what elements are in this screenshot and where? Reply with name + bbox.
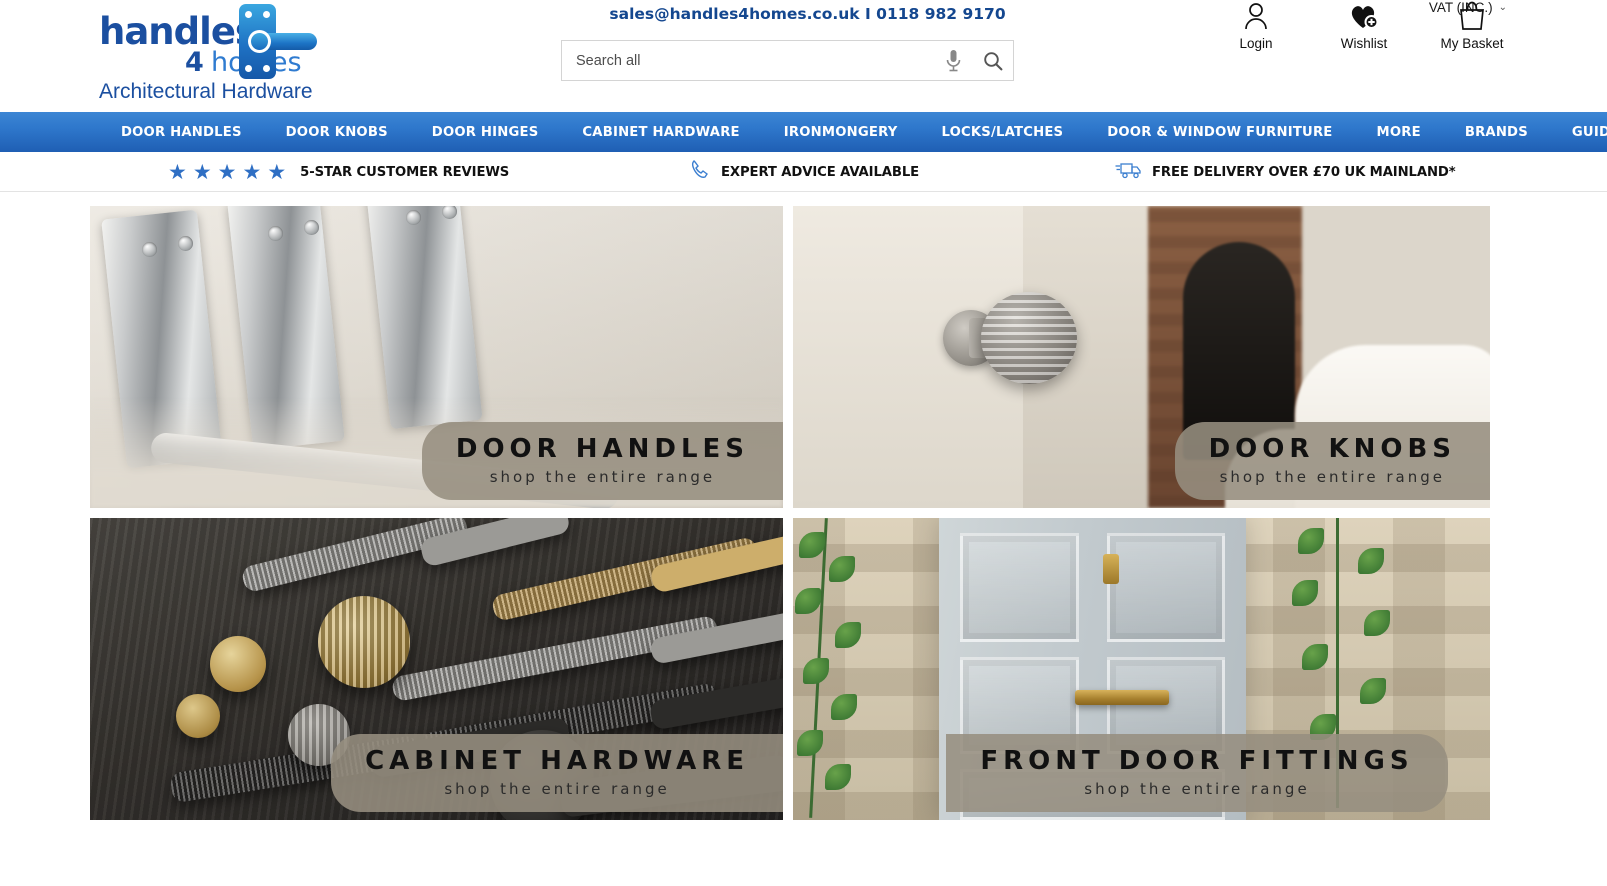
tile-title: FRONT DOOR FITTINGS xyxy=(980,746,1414,776)
category-tile-door-knobs[interactable]: DOOR KNOBS shop the entire range xyxy=(793,206,1490,508)
usp-expert-advice-label: EXPERT ADVICE AVAILABLE xyxy=(721,164,920,180)
nav-item-brands[interactable]: BRANDS xyxy=(1443,125,1550,140)
person-icon xyxy=(1243,0,1269,30)
category-tile-cabinet-hardware[interactable]: CABINET HARDWARE shop the entire range xyxy=(90,518,783,820)
site-header: handles 4 homes Architectural Hardware s… xyxy=(0,0,1607,112)
microphone-icon[interactable] xyxy=(933,41,973,80)
star-rating-icon: ★ ★ ★ ★ ★ xyxy=(168,160,287,184)
search-input[interactable] xyxy=(562,52,933,69)
ivy-plant xyxy=(795,518,915,820)
logo-text-four: 4 xyxy=(185,47,204,78)
nav-item-door-window-furniture[interactable]: DOOR & WINDOW FURNITURE xyxy=(1085,125,1354,140)
tile-badge-door-handles[interactable]: DOOR HANDLES shop the entire range xyxy=(421,422,783,500)
usp-reviews: ★ ★ ★ ★ ★ 5-STAR CUSTOMER REVIEWS xyxy=(168,152,509,192)
logo-tagline: Architectural Hardware xyxy=(99,80,313,103)
usp-bar: ★ ★ ★ ★ ★ 5-STAR CUSTOMER REVIEWS EXPERT ADV… xyxy=(0,152,1607,192)
nav-item-locks-latches[interactable]: LOCKS/LATCHES xyxy=(919,125,1085,140)
tile-badge-door-knobs[interactable]: DOOR KNOBS shop the entire range xyxy=(1174,422,1490,500)
search-submit-button[interactable] xyxy=(973,41,1013,80)
nav-item-more[interactable]: MORE xyxy=(1355,125,1443,140)
heart-plus-icon xyxy=(1349,0,1379,30)
tile-badge-front-door-fittings[interactable]: FRONT DOOR FITTINGS shop the entire rang… xyxy=(946,734,1448,812)
category-tile-front-door-fittings[interactable]: FRONT DOOR FITTINGS shop the entire rang… xyxy=(793,518,1490,820)
usp-free-delivery-label: FREE DELIVERY OVER £70 UK MAINLAND* xyxy=(1152,164,1456,180)
login-button[interactable]: Login xyxy=(1219,0,1293,51)
tile-subtitle: shop the entire range xyxy=(489,468,716,486)
shopping-bag-icon xyxy=(1458,0,1486,30)
nav-item-cabinet-hardware[interactable]: CABINET HARDWARE xyxy=(560,125,761,140)
login-label: Login xyxy=(1239,36,1273,51)
category-tile-door-handles[interactable]: DOOR HANDLES shop the entire range xyxy=(90,206,783,508)
usp-free-delivery: FREE DELIVERY OVER £70 UK MAINLAND* xyxy=(1115,152,1456,192)
usp-reviews-label: 5-STAR CUSTOMER REVIEWS xyxy=(300,164,510,180)
nav-item-guides[interactable]: GUIDES xyxy=(1550,125,1607,140)
nav-item-door-knobs[interactable]: DOOR KNOBS xyxy=(264,125,410,140)
phone-icon xyxy=(690,159,711,185)
account-actions: Login Wishlist My Basket xyxy=(1219,0,1509,51)
usp-expert-advice: EXPERT ADVICE AVAILABLE xyxy=(690,152,919,192)
tile-title: DOOR KNOBS xyxy=(1208,434,1456,464)
main-navigation: DOOR HANDLES DOOR KNOBS DOOR HINGES CABI… xyxy=(0,112,1607,152)
nav-item-door-hinges[interactable]: DOOR HINGES xyxy=(410,125,561,140)
tile-badge-cabinet-hardware[interactable]: CABINET HARDWARE shop the entire range xyxy=(331,734,783,812)
tile-title: DOOR HANDLES xyxy=(455,434,749,464)
nav-item-door-handles[interactable]: DOOR HANDLES xyxy=(99,125,264,140)
tile-subtitle: shop the entire range xyxy=(444,780,670,798)
tile-subtitle: shop the entire range xyxy=(1219,468,1445,486)
tile-subtitle: shop the entire range xyxy=(1084,780,1310,798)
delivery-truck-icon xyxy=(1115,160,1142,185)
contact-email-phone[interactable]: sales@handles4homes.co.uk I 0118 982 917… xyxy=(609,5,1005,23)
basket-label: My Basket xyxy=(1440,36,1504,51)
tile-title: CABINET HARDWARE xyxy=(365,746,749,776)
search-bar[interactable] xyxy=(561,40,1014,81)
wishlist-label: Wishlist xyxy=(1340,36,1388,51)
category-tile-grid: DOOR HANDLES shop the entire range DOOR … xyxy=(90,206,1490,820)
wishlist-button[interactable]: Wishlist xyxy=(1327,0,1401,51)
nav-item-ironmongery[interactable]: IRONMONGERY xyxy=(762,125,920,140)
basket-button[interactable]: My Basket xyxy=(1435,0,1509,51)
